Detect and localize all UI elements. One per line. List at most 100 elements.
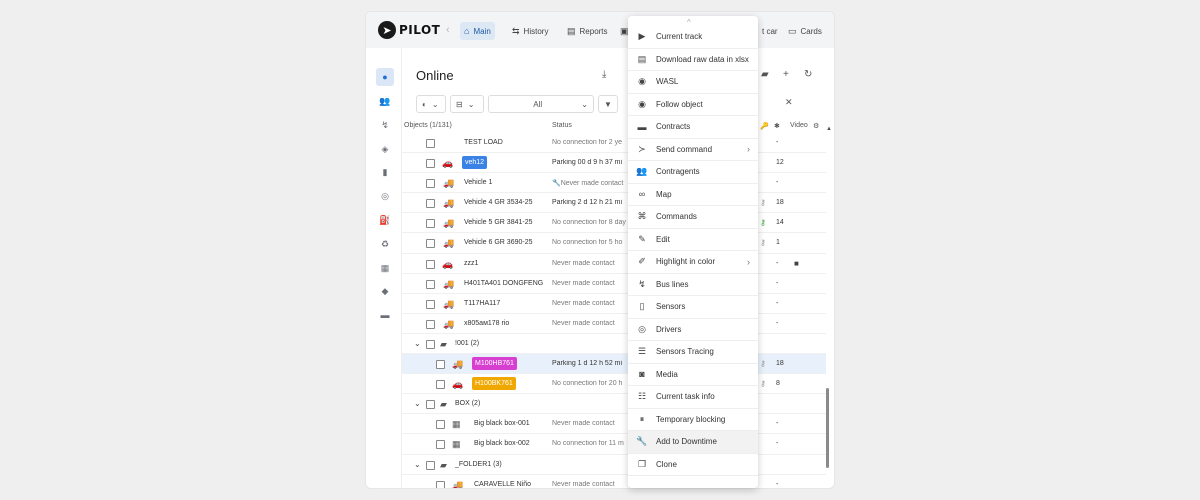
row-checkbox[interactable]	[426, 259, 435, 269]
status-select[interactable]: All ⌄	[488, 95, 594, 113]
menu-item-current-track[interactable]: ▶ Current track	[628, 26, 758, 49]
menu-item-current-task-info[interactable]: ☷ Current task info	[628, 386, 758, 409]
list-icon: ☰	[637, 346, 647, 357]
row-checkbox[interactable]	[426, 219, 435, 229]
menu-item-follow-object[interactable]: ◉ Follow object	[628, 94, 758, 116]
truck-icon: 🚚	[452, 479, 464, 488]
tab-cards[interactable]: ▭ Cards	[784, 22, 826, 40]
table-row[interactable]: 🚚 Vehicle 5 GR 3841-25 No connection for…	[402, 213, 826, 234]
tab-car[interactable]: t car	[758, 22, 782, 40]
row-checkbox[interactable]	[426, 400, 435, 410]
truck-icon: 🚚	[443, 178, 455, 189]
tab-main[interactable]: ⌂ Main	[460, 22, 495, 40]
table-row[interactable]: TEST LOAD No connection for 2 ye -	[402, 133, 826, 154]
back-arrow-icon[interactable]: ‹	[446, 24, 450, 36]
table-row[interactable]: ▦ Big black box-002 No connection for 11…	[402, 434, 826, 455]
row-checkbox[interactable]	[426, 319, 435, 329]
chevron-down-icon[interactable]: ⌄	[414, 339, 421, 348]
row-checkbox[interactable]	[426, 460, 435, 470]
table-row[interactable]: 🚗 H100BK761 No connection for 20 h ⚷ 8	[402, 374, 826, 395]
table-row[interactable]: 🚗 zzz1 Never made contact - ■	[402, 254, 826, 274]
recycle-icon[interactable]: ♻	[378, 237, 392, 251]
chevron-down-icon: ⌄	[431, 99, 439, 109]
steering-icon[interactable]: ◎	[378, 189, 392, 203]
settings-col-icon[interactable]: ⚙	[813, 122, 819, 130]
row-checkbox[interactable]	[426, 139, 435, 148]
col-status[interactable]: Status	[552, 122, 572, 129]
menu-item-contragents[interactable]: 👥 Contragents	[628, 161, 758, 184]
route-icon[interactable]: ↯	[378, 118, 392, 132]
table-row[interactable]: 🚚 M100HB761 Parking 1 d 12 h 52 mi ⚷ 18	[402, 354, 826, 375]
chevron-down-icon[interactable]: ⌄	[414, 399, 421, 408]
row-checkbox[interactable]	[436, 360, 445, 370]
menu-item-contracts[interactable]: ▬ Contracts	[628, 116, 758, 139]
paint-filter[interactable]: ◐ ⌄	[416, 95, 446, 113]
table-row[interactable]: 🚚 Vehicle 1 🔧Never made contact -	[402, 173, 826, 194]
table-row[interactable]: 🚚 H401TA401 DONGFENG Never made contact …	[402, 274, 826, 294]
row-checkbox[interactable]	[426, 299, 435, 309]
row-checkbox[interactable]	[426, 159, 435, 169]
menu-item-send-command[interactable]: ≻ Send command ›	[628, 139, 758, 161]
menu-item-add-to-downtime[interactable]: 🔧 Add to Downtime	[628, 431, 758, 454]
users-icon[interactable]: 👥	[378, 94, 392, 108]
table-row[interactable]: ▦ Big black box-001 Never made contact -	[402, 414, 826, 435]
tree-filter[interactable]: ⊟ ⌄	[450, 95, 484, 113]
table-row[interactable]: 🚚 CARAVELLE Niño Never made contact -	[402, 475, 826, 488]
bookmark-icon[interactable]: ▮	[378, 165, 392, 179]
row-checkbox[interactable]	[426, 339, 435, 349]
menu-item-wasl[interactable]: ◉ WASL	[628, 71, 758, 94]
layers-icon[interactable]: ◈	[378, 142, 392, 156]
menu-item-clone[interactable]: ❐ Clone	[628, 454, 758, 476]
menu-item-bus-lines[interactable]: ↯ Bus lines	[628, 274, 758, 296]
menu-item-download-xlsx[interactable]: ▤ Download raw data in xlsx	[628, 49, 758, 71]
map-pin-icon[interactable]: ●	[376, 68, 394, 86]
fuel-icon[interactable]: ⛽	[378, 213, 392, 227]
chevron-down-icon[interactable]: ⌄	[414, 460, 421, 469]
tag-icon[interactable]: ◆	[378, 284, 392, 298]
key-icon: ⚷	[760, 359, 766, 369]
tasks-icon: ☷	[637, 391, 647, 402]
row-checkbox[interactable]	[426, 199, 435, 209]
row-checkbox[interactable]	[426, 279, 435, 289]
row-checkbox[interactable]	[436, 420, 445, 430]
col-objects[interactable]: Objects (1/131)	[404, 122, 452, 129]
row-checkbox[interactable]	[436, 440, 445, 450]
menu-item-commands[interactable]: ⌘ Commands	[628, 206, 758, 229]
menu-item-sensors[interactable]: ▯ Sensors	[628, 296, 758, 319]
video-camera-icon[interactable]: ■	[794, 259, 799, 268]
scrollbar[interactable]	[826, 388, 829, 468]
menu-item-drivers[interactable]: ◎ Drivers	[628, 319, 758, 341]
row-checkbox[interactable]	[436, 480, 445, 488]
bus-icon[interactable]: ▬	[378, 308, 392, 322]
table-row[interactable]: 🚚 Vehicle 4 GR 3534-25 Parking 2 d 12 h …	[402, 193, 826, 214]
tab-history[interactable]: ⇆ History	[508, 22, 552, 40]
row-checkbox[interactable]	[426, 239, 435, 249]
menu-item-map[interactable]: ∞ Map	[628, 184, 758, 206]
menu-item-media[interactable]: ◙ Media	[628, 364, 758, 386]
menu-item-temporary-blocking[interactable]: ⏸ Temporary blocking	[628, 409, 758, 431]
row-checkbox[interactable]	[426, 179, 435, 189]
scroll-up-icon[interactable]: ▲	[826, 126, 832, 132]
folder-add-icon[interactable]: ▰	[761, 69, 769, 80]
chevron-right-icon: ›	[747, 256, 750, 267]
folder-row[interactable]: ⌄ ▰ BOX (2)	[402, 394, 826, 415]
table-row[interactable]: 🚗 veh12 Parking 00 d 9 h 37 mi 12	[402, 153, 826, 174]
menu-item-highlight-color[interactable]: ✐ Highlight in color ›	[628, 251, 758, 274]
filter-button[interactable]: ▼	[598, 95, 618, 113]
calendar-icon[interactable]: ▦	[378, 261, 392, 275]
clear-search-icon[interactable]: ✕	[785, 97, 793, 108]
logo: ➤ PILOT	[378, 21, 440, 39]
download-icon[interactable]: ⤓	[602, 69, 606, 80]
menu-item-sensors-tracing[interactable]: ☰ Sensors Tracing	[628, 341, 758, 364]
tab-reports[interactable]: ▤ Reports	[563, 22, 612, 40]
folder-row[interactable]: ⌄ ▰ !001 (2)	[402, 334, 826, 355]
refresh-icon[interactable]: ↻	[804, 69, 812, 80]
table-row[interactable]: 🚚 Vehicle 6 GR 3690-25 No connection for…	[402, 233, 826, 254]
menu-item-edit[interactable]: ✎ Edit	[628, 229, 758, 251]
row-checkbox[interactable]	[436, 380, 445, 390]
add-icon[interactable]: +	[783, 69, 789, 80]
table-row[interactable]: 🚚 T117HA117 Never made contact -	[402, 294, 826, 314]
car-icon: 🚗	[442, 158, 454, 169]
folder-row[interactable]: ⌄ ▰ _FOLDER1 (3)	[402, 455, 826, 475]
table-row[interactable]: 🚚 x805aм178 rio Never made contact -	[402, 314, 826, 334]
